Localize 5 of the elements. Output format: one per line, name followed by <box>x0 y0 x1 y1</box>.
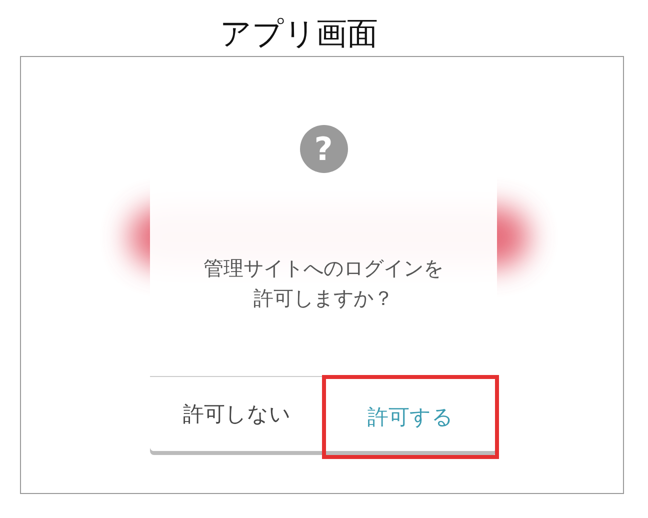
question-icon: ? <box>300 125 348 173</box>
screen-caption: アプリ画面 <box>220 15 378 54</box>
deny-button[interactable]: 許可しない <box>150 377 324 451</box>
dialog-message-line: 許可しますか？ <box>252 285 394 312</box>
dialog-message-line: 管理サイトへのログインを <box>204 255 444 282</box>
